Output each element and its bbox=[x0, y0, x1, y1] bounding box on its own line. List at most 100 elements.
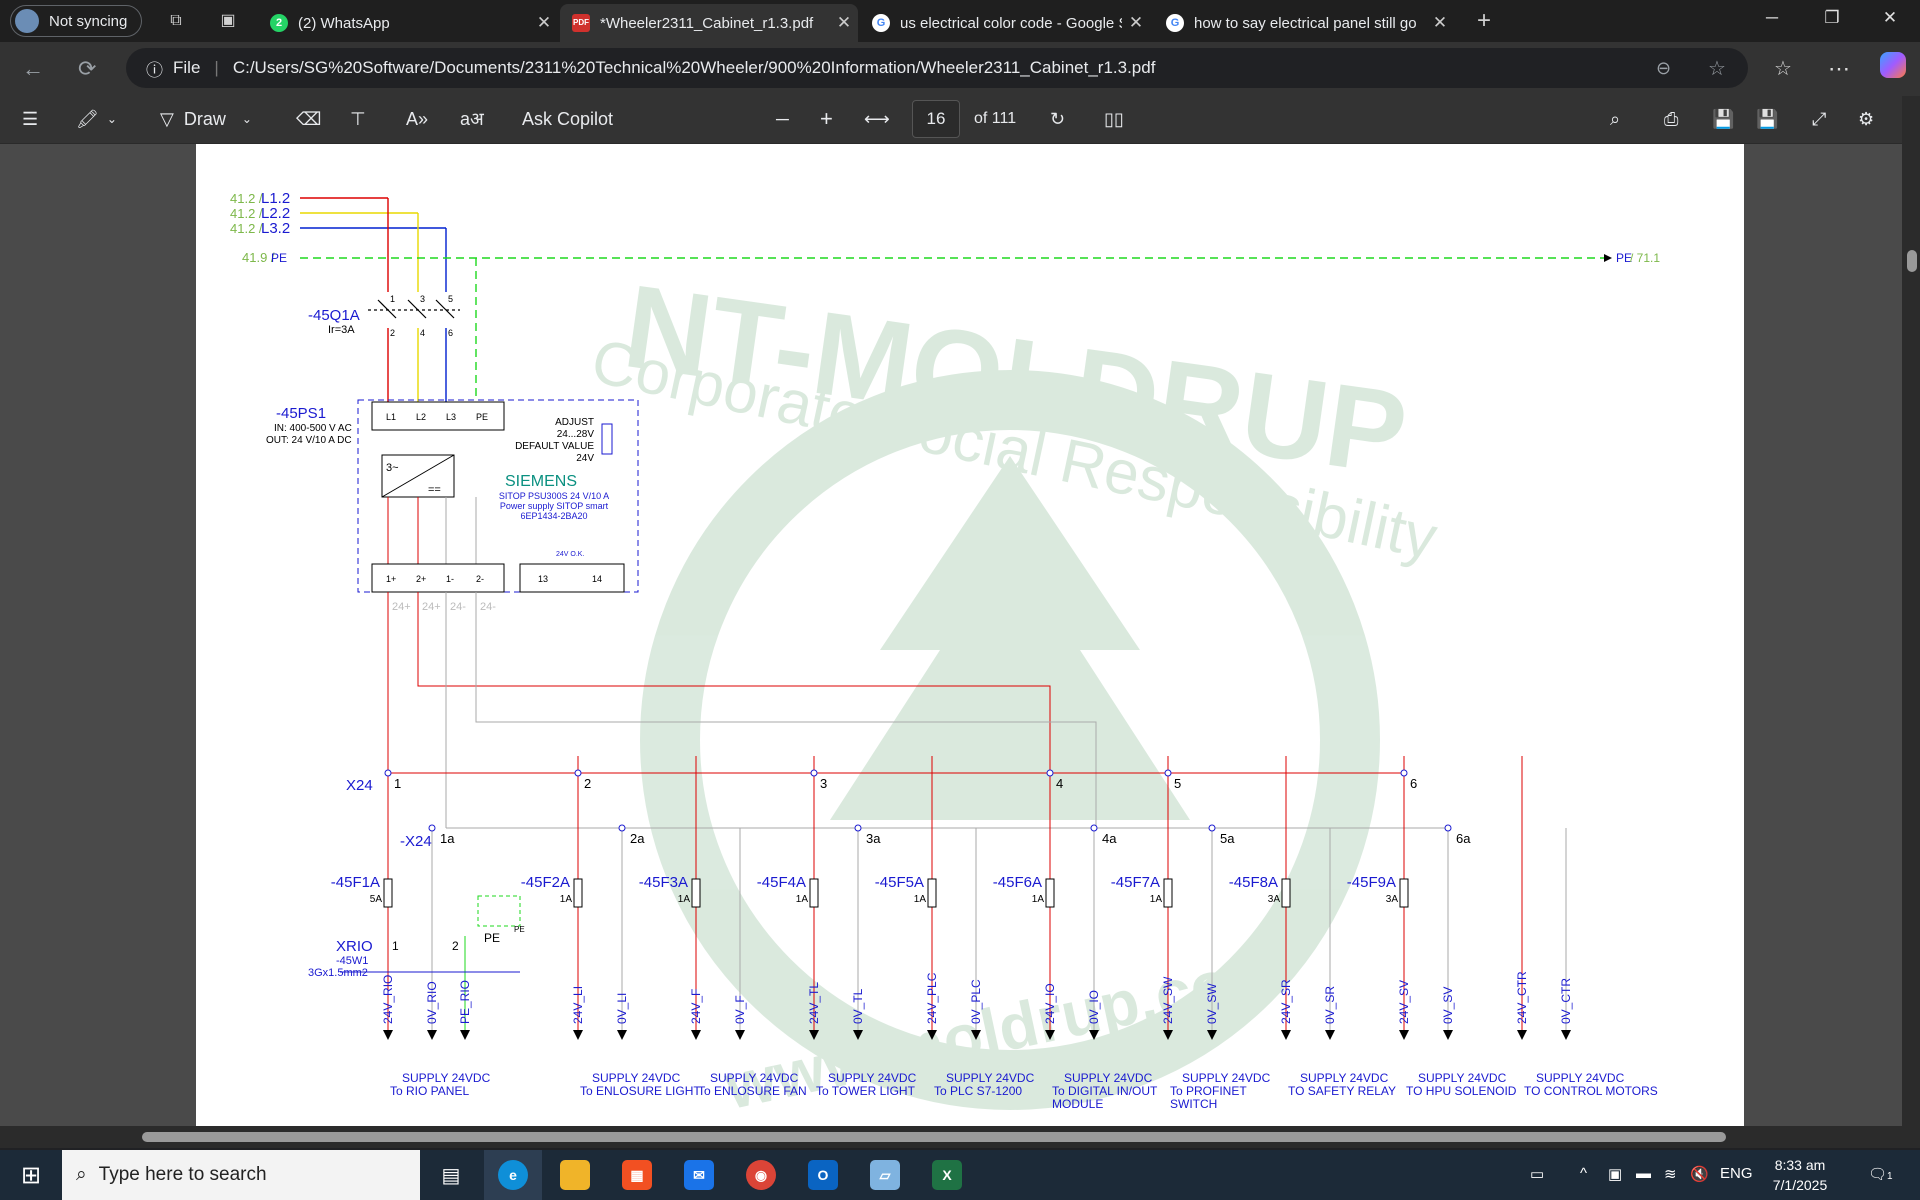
circuit-description: SUPPLY 24VDC bbox=[402, 1071, 491, 1085]
psu-desc: SITOP PSU300S 24 V/10 A Power supply SIT… bbox=[499, 491, 609, 521]
file-explorer-app[interactable] bbox=[546, 1150, 604, 1200]
highlight-icon[interactable]: 🖍 ⌄ bbox=[76, 106, 117, 132]
fuse-symbol bbox=[383, 878, 393, 908]
workspaces-icon[interactable]: ⧉ bbox=[166, 11, 186, 31]
search-icon[interactable]: ⌕ bbox=[1610, 106, 1620, 132]
news-icon[interactable]: ▭ bbox=[1530, 1165, 1544, 1183]
new-tab-icon[interactable]: + bbox=[1474, 9, 1494, 33]
start-button[interactable]: ⊞ bbox=[2, 1150, 60, 1200]
fuse-rating: 1A bbox=[796, 894, 809, 905]
terminal-dot bbox=[1208, 824, 1216, 832]
print-icon[interactable]: ⎙ bbox=[1664, 106, 1678, 132]
circuit-description: TO HPU SOLENOID bbox=[1406, 1084, 1517, 1098]
edge-app[interactable]: e bbox=[484, 1150, 542, 1200]
scroll-thumb[interactable] bbox=[142, 1132, 1726, 1142]
fuse-rating: 1A bbox=[914, 894, 927, 905]
scheme-label: File bbox=[173, 58, 201, 77]
text-box-icon[interactable]: ⊤ bbox=[350, 106, 366, 132]
favorite-star-icon[interactable]: ☆ bbox=[1708, 56, 1726, 81]
chevron-up-icon[interactable]: ^ bbox=[1580, 1165, 1587, 1182]
contents-icon[interactable]: ☰ bbox=[22, 106, 38, 132]
terminal-dot bbox=[428, 824, 436, 832]
zoom-out-icon[interactable]: ─ bbox=[776, 106, 789, 132]
folder-icon bbox=[560, 1160, 590, 1190]
clock[interactable]: 8:33 am 7/1/2025 bbox=[1764, 1155, 1836, 1195]
input-label: L3.2 bbox=[261, 220, 290, 237]
volume-muted-icon[interactable]: 🔇 bbox=[1690, 1165, 1709, 1183]
rotate-icon[interactable]: ↻ bbox=[1050, 106, 1065, 132]
input-ref: 41.2 / bbox=[230, 221, 263, 236]
copilot-icon[interactable] bbox=[1880, 52, 1906, 84]
app-icon-blue[interactable]: ▱ bbox=[856, 1150, 914, 1200]
ask-copilot-button[interactable]: Ask Copilot bbox=[522, 106, 613, 132]
close-tab-icon[interactable]: ✕ bbox=[530, 13, 558, 33]
outlook-icon: O bbox=[808, 1160, 838, 1190]
fuse-tag: -45F5A bbox=[875, 874, 924, 891]
tab-actions-icon[interactable]: ▣ bbox=[218, 11, 238, 31]
fuse-symbol bbox=[1281, 878, 1291, 908]
favorites-icon[interactable]: ☆ bbox=[1774, 56, 1792, 81]
meet-icon[interactable]: ▣ bbox=[1608, 1165, 1622, 1183]
zoom-icon[interactable]: ⊖ bbox=[1656, 58, 1671, 79]
chrome-app[interactable]: ◉ bbox=[732, 1150, 790, 1200]
breaker-45q1a bbox=[368, 299, 460, 319]
tab-google-panel[interactable]: G how to say electrical panel still go ✕ bbox=[1154, 4, 1454, 42]
translate-icon[interactable]: aअ bbox=[460, 106, 484, 132]
fuse-rating: 3A bbox=[1386, 894, 1399, 905]
edge-icon: e bbox=[498, 1160, 528, 1190]
battery-icon[interactable]: ▬ bbox=[1636, 1165, 1651, 1182]
minimize-icon[interactable]: ─ bbox=[1752, 8, 1792, 28]
page-view-icon[interactable]: ▯▯ bbox=[1104, 106, 1124, 132]
svg-text:5: 5 bbox=[448, 294, 453, 304]
page-number-input[interactable]: 16 bbox=[912, 100, 960, 138]
language-indicator[interactable]: ENG bbox=[1720, 1165, 1753, 1182]
close-window-icon[interactable]: ✕ bbox=[1870, 8, 1910, 28]
more-icon[interactable]: ⋯ bbox=[1828, 56, 1850, 82]
tab-google-color-code[interactable]: G us electrical color code - Google S ✕ bbox=[860, 4, 1150, 42]
refresh-icon[interactable]: ⟳ bbox=[78, 56, 96, 82]
restore-icon[interactable]: ❐ bbox=[1812, 8, 1852, 28]
mail-app[interactable]: ✉ bbox=[670, 1150, 728, 1200]
notifications-icon[interactable]: 🗨1 bbox=[1868, 1165, 1893, 1183]
close-tab-icon[interactable]: ✕ bbox=[830, 13, 858, 33]
profile-button[interactable]: Not syncing bbox=[10, 5, 142, 37]
vertical-scrollbar[interactable] bbox=[1902, 96, 1920, 1130]
wire-label: 0V_SW bbox=[1205, 983, 1219, 1024]
draw-button[interactable]: ▽ Draw ⌄ bbox=[160, 106, 252, 132]
terminal-number: 2 bbox=[584, 776, 591, 791]
wifi-icon[interactable]: ≋ bbox=[1664, 1165, 1677, 1183]
close-tab-icon[interactable]: ✕ bbox=[1122, 13, 1150, 33]
fit-width-icon[interactable]: ⟷ bbox=[864, 106, 890, 132]
taskbar-search[interactable]: ⌕ Type here to search bbox=[62, 1150, 420, 1200]
x24-tag: X24 bbox=[346, 777, 373, 794]
horizontal-scrollbar[interactable] bbox=[0, 1126, 1920, 1148]
input-ref: 41.9 / bbox=[242, 250, 275, 265]
fuse-symbol bbox=[1045, 878, 1055, 908]
task-view-button[interactable]: ▤ bbox=[422, 1150, 480, 1200]
read-aloud-icon[interactable]: A» bbox=[406, 106, 428, 132]
wire-label: 24V_SW bbox=[1161, 976, 1175, 1024]
excel-app[interactable]: X bbox=[918, 1150, 976, 1200]
circuit-description: SUPPLY 24VDC bbox=[592, 1071, 681, 1085]
circuit-description: MODULE bbox=[1052, 1097, 1103, 1111]
outlook-app[interactable]: O bbox=[794, 1150, 852, 1200]
save-as-icon[interactable]: 💾 bbox=[1756, 106, 1778, 132]
back-icon[interactable]: ← bbox=[22, 56, 44, 82]
scroll-thumb[interactable] bbox=[1907, 250, 1917, 272]
svg-text:6EP1434-2BA20: 6EP1434-2BA20 bbox=[520, 511, 587, 521]
settings-gear-icon[interactable]: ⚙ bbox=[1858, 106, 1874, 132]
tab-pdf[interactable]: PDF *Wheeler2311_Cabinet_r1.3.pdf ✕ bbox=[560, 4, 858, 42]
save-icon[interactable]: 💾 bbox=[1712, 106, 1734, 132]
fuse-tag: -45F8A bbox=[1229, 874, 1278, 891]
close-tab-icon[interactable]: ✕ bbox=[1426, 13, 1454, 33]
breaker-poles: 1 3 5 2 4 6 bbox=[390, 294, 453, 338]
address-bar[interactable]: ⓘ File | C:/Users/SG%20Software/Document… bbox=[126, 48, 1748, 88]
store-app[interactable]: ▦ bbox=[608, 1150, 666, 1200]
fullscreen-icon[interactable]: ⤢ bbox=[1812, 106, 1826, 132]
fuse-tag: -45F6A bbox=[993, 874, 1042, 891]
tab-whatsapp[interactable]: 2 (2) WhatsApp ✕ bbox=[258, 4, 558, 42]
svg-text:2+: 2+ bbox=[416, 574, 426, 584]
profile-label: Not syncing bbox=[49, 12, 128, 30]
zoom-in-icon[interactable]: + bbox=[820, 106, 833, 132]
eraser-icon[interactable]: ⌫ bbox=[296, 106, 321, 132]
